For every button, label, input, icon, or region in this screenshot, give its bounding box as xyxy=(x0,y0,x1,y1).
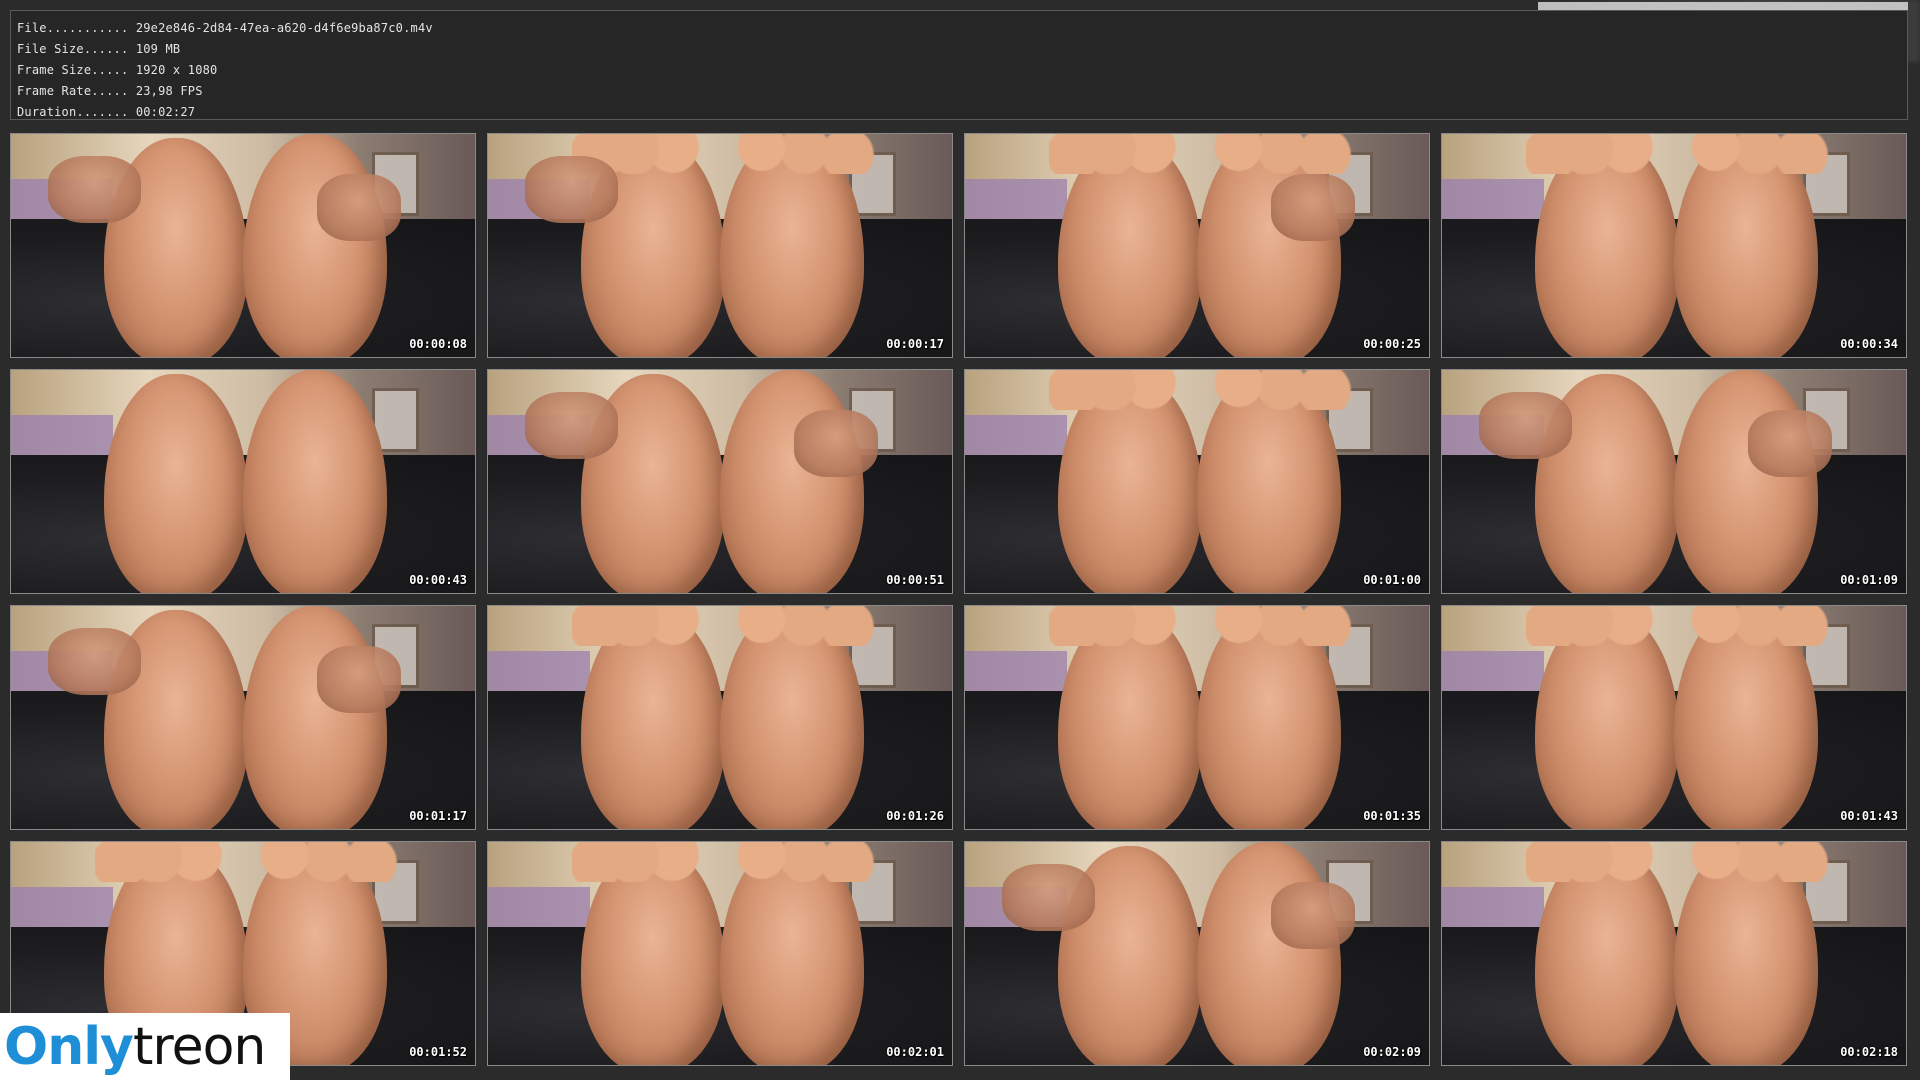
thumbnail-frame[interactable]: 00:00:08 xyxy=(10,133,476,358)
thumbnail-frame[interactable]: 00:02:18 xyxy=(1441,841,1907,1066)
thumbnail-frame[interactable]: 00:01:43 xyxy=(1441,605,1907,830)
frame-timestamp: 00:01:09 xyxy=(1840,573,1898,587)
frame-timestamp: 00:02:09 xyxy=(1363,1045,1421,1059)
frame-image xyxy=(1442,370,1906,593)
frame-timestamp: 00:00:25 xyxy=(1363,337,1421,351)
info-value: 00:02:27 xyxy=(135,105,196,119)
thumbnail-frame[interactable]: 00:00:17 xyxy=(487,133,953,358)
info-row-frame-size: Frame Size..... 1920 x 1080 xyxy=(17,60,1901,81)
info-row-file: File........... 29e2e846-2d84-47ea-a620-… xyxy=(17,18,1901,39)
info-label: Frame Size..... xyxy=(17,63,129,77)
info-row-frame-rate: Frame Rate..... 23,98 FPS xyxy=(17,81,1901,102)
frame-image xyxy=(11,606,475,829)
watermark-part-a: Only xyxy=(4,1016,134,1077)
thumbnail-frame[interactable]: 00:02:09 xyxy=(964,841,1430,1066)
info-value: 23,98 FPS xyxy=(135,84,203,98)
frame-timestamp: 00:02:18 xyxy=(1840,1045,1898,1059)
thumbnail-frame[interactable]: 00:02:01 xyxy=(487,841,953,1066)
thumbnail-frame[interactable]: 00:00:34 xyxy=(1441,133,1907,358)
frame-image xyxy=(965,842,1429,1065)
frame-image xyxy=(965,370,1429,593)
frame-timestamp: 00:00:08 xyxy=(409,337,467,351)
thumbnail-frame[interactable]: 00:01:35 xyxy=(964,605,1430,830)
frame-image xyxy=(965,606,1429,829)
frame-timestamp: 00:01:26 xyxy=(886,809,944,823)
frame-image xyxy=(11,370,475,593)
frame-timestamp: 00:01:52 xyxy=(409,1045,467,1059)
info-label: File........... xyxy=(17,21,129,35)
info-label: Frame Rate..... xyxy=(17,84,129,98)
frame-timestamp: 00:00:34 xyxy=(1840,337,1898,351)
frame-timestamp: 00:01:17 xyxy=(409,809,467,823)
frame-image xyxy=(11,134,475,357)
frame-timestamp: 00:01:35 xyxy=(1363,809,1421,823)
info-row-duration: Duration....... 00:02:27 xyxy=(17,102,1901,123)
info-value: 1920 x 1080 xyxy=(135,63,218,77)
info-value: 29e2e846-2d84-47ea-a620-d4f6e9ba87c0.m4v xyxy=(135,21,433,35)
thumbnail-frame[interactable]: 00:01:09 xyxy=(1441,369,1907,594)
frame-image xyxy=(488,134,952,357)
thumbnail-frame[interactable]: 00:00:25 xyxy=(964,133,1430,358)
frame-timestamp: 00:00:43 xyxy=(409,573,467,587)
thumbnail-frame[interactable]: 00:00:51 xyxy=(487,369,953,594)
frame-timestamp: 00:01:43 xyxy=(1840,809,1898,823)
thumbnail-frame[interactable]: 00:01:17 xyxy=(10,605,476,830)
frame-timestamp: 00:00:17 xyxy=(886,337,944,351)
frame-timestamp: 00:00:51 xyxy=(886,573,944,587)
thumbnail-frame[interactable]: 00:00:43 xyxy=(10,369,476,594)
info-value: 109 MB xyxy=(135,42,181,56)
thumbnail-grid: 00:00:08 00:00:17 00:00:25 00:00:34 00:0… xyxy=(10,133,1910,1067)
info-label: File Size...... xyxy=(17,42,129,56)
watermark-part-b: treon xyxy=(132,1016,266,1077)
frame-image xyxy=(1442,842,1906,1065)
frame-image xyxy=(965,134,1429,357)
frame-image xyxy=(488,370,952,593)
thumbnail-frame[interactable]: 00:01:00 xyxy=(964,369,1430,594)
info-row-file-size: File Size...... 109 MB xyxy=(17,39,1901,60)
watermark-logo: Onlytreon xyxy=(0,1013,290,1080)
frame-timestamp: 00:02:01 xyxy=(886,1045,944,1059)
frame-timestamp: 00:01:00 xyxy=(1363,573,1421,587)
contact-sheet: File........... 29e2e846-2d84-47ea-a620-… xyxy=(0,0,1920,1080)
frame-image xyxy=(488,842,952,1065)
frame-image xyxy=(1442,606,1906,829)
watermark-text: Onlytreon xyxy=(4,1021,266,1073)
frame-image xyxy=(1442,134,1906,357)
frame-image xyxy=(488,606,952,829)
file-info-panel: File........... 29e2e846-2d84-47ea-a620-… xyxy=(10,10,1908,120)
info-label: Duration....... xyxy=(17,105,129,119)
thumbnail-frame[interactable]: 00:01:26 xyxy=(487,605,953,830)
